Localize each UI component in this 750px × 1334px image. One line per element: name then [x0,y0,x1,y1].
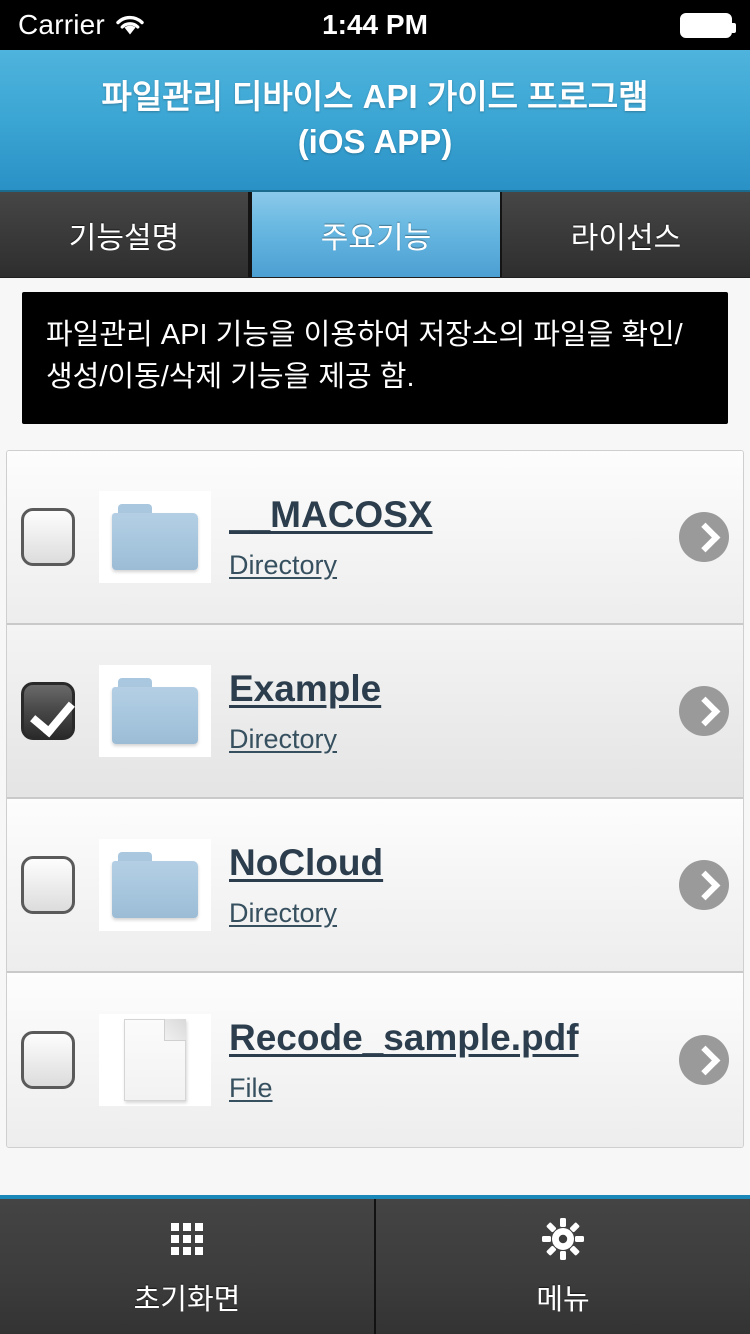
tab-license[interactable]: 라이선스 [502,192,750,277]
folder-icon [99,839,211,931]
wifi-icon [115,14,145,36]
row-text: Recode_sample.pdf File [229,1017,669,1104]
row-text: Example Directory [229,668,669,755]
content-area: 파일관리 API 기능을 이용하여 저장소의 파일을 확인/생성/이동/삭제 기… [0,278,750,1195]
folder-icon [99,665,211,757]
row-title[interactable]: __MACOSX [229,494,669,536]
row-subtitle: File [229,1073,669,1104]
tab-function-description[interactable]: 기능설명 [0,192,250,277]
menu-button[interactable]: 메뉴 [376,1199,750,1334]
row-title[interactable]: Example [229,668,669,710]
description-box: 파일관리 API 기능을 이용하여 저장소의 파일을 확인/생성/이동/삭제 기… [22,292,728,424]
row-title[interactable]: Recode_sample.pdf [229,1017,669,1059]
row-checkbox[interactable] [21,682,75,740]
app-root: Carrier 1:44 PM 파일관리 디바이스 API 가이드 프로그램 (… [0,0,750,1334]
tab-bar: 기능설명 주요기능 라이선스 [0,190,750,278]
chevron-right-icon[interactable] [679,860,729,910]
app-header: 파일관리 디바이스 API 가이드 프로그램 (iOS APP) [0,50,750,190]
grid-icon [164,1216,210,1262]
folder-icon [99,491,211,583]
status-bar: Carrier 1:44 PM [0,0,750,50]
chevron-right-icon[interactable] [679,512,729,562]
file-list: __MACOSX Directory Example Directory [6,450,744,1148]
list-item[interactable]: Example Directory [7,625,743,799]
row-subtitle: Directory [229,724,669,755]
row-checkbox[interactable] [21,508,75,566]
menu-button-label: 메뉴 [536,1276,589,1318]
page-title-line2: (iOS APP) [101,120,648,165]
row-checkbox[interactable] [21,1031,75,1089]
chevron-right-icon[interactable] [679,686,729,736]
row-subtitle: Directory [229,550,669,581]
row-subtitle: Directory [229,898,669,929]
carrier-label: Carrier [18,9,105,41]
page-title: 파일관리 디바이스 API 가이드 프로그램 (iOS APP) [101,75,648,164]
file-list-wrap: __MACOSX Directory Example Directory [0,424,750,1148]
page-title-line1: 파일관리 디바이스 API 가이드 프로그램 [101,75,648,120]
home-button-label: 초기화면 [134,1276,241,1318]
gear-icon [540,1216,586,1262]
row-checkbox[interactable] [21,856,75,914]
home-button[interactable]: 초기화면 [0,1199,376,1334]
list-item[interactable]: __MACOSX Directory [7,451,743,625]
row-text: __MACOSX Directory [229,494,669,581]
description-wrap: 파일관리 API 기능을 이용하여 저장소의 파일을 확인/생성/이동/삭제 기… [0,278,750,424]
battery-full-icon [680,13,732,38]
row-text: NoCloud Directory [229,842,669,929]
tab-main-features[interactable]: 주요기능 [250,192,502,277]
row-title[interactable]: NoCloud [229,842,669,884]
status-bar-left: Carrier [18,9,145,41]
list-item[interactable]: Recode_sample.pdf File [7,973,743,1147]
list-item[interactable]: NoCloud Directory [7,799,743,973]
document-icon [99,1014,211,1106]
status-bar-right [680,13,732,38]
bottom-toolbar: 초기화면 [0,1195,750,1334]
chevron-right-icon[interactable] [679,1035,729,1085]
